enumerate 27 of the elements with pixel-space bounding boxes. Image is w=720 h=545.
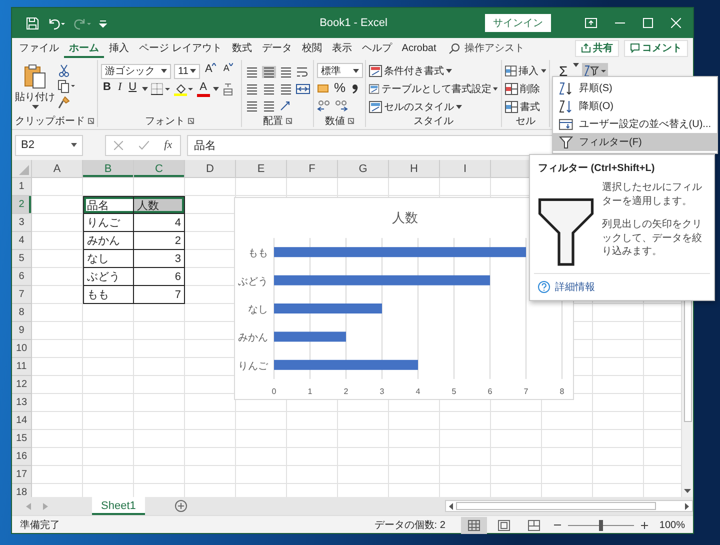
tick-label: 7 — [524, 387, 528, 396]
tooltip-text: 列見出しの矢印をクリックして、データを絞り込みます。 — [602, 218, 703, 258]
tooltip-text: 選択したセルにフィルターを適用します。 — [602, 181, 703, 208]
tick-label: 2 — [344, 387, 348, 396]
tick-label: 1 — [308, 387, 312, 396]
group-label: フォント — [145, 114, 185, 128]
chart-title: 人数 — [392, 210, 418, 225]
group-label: クリップボード — [15, 114, 85, 128]
group-label: 配置 — [263, 114, 283, 128]
tooltip-title: フィルター (Ctrl+Shift+L) — [537, 162, 656, 176]
axis-label: なし — [248, 304, 268, 316]
group-label: セル — [516, 114, 536, 128]
tick-label: 6 — [488, 387, 492, 396]
tick-label: 4 — [416, 387, 420, 396]
group-label: スタイル — [414, 114, 454, 128]
tick-label: 0 — [272, 387, 276, 396]
status-text: 準備完了 — [20, 518, 60, 532]
tick-label: 5 — [452, 387, 456, 396]
tick-label: 3 — [380, 387, 384, 396]
axis-label: ぶどう — [238, 276, 268, 288]
axis-label: りんご — [238, 360, 268, 372]
tick-label: 8 — [560, 387, 564, 396]
axis-label: もも — [248, 248, 268, 260]
group-label: 数値 — [325, 114, 345, 128]
axis-label: みかん — [238, 332, 268, 344]
count-indicator: データの個数: 2 — [374, 519, 446, 532]
window-title: Book1 - Excel — [320, 17, 388, 29]
